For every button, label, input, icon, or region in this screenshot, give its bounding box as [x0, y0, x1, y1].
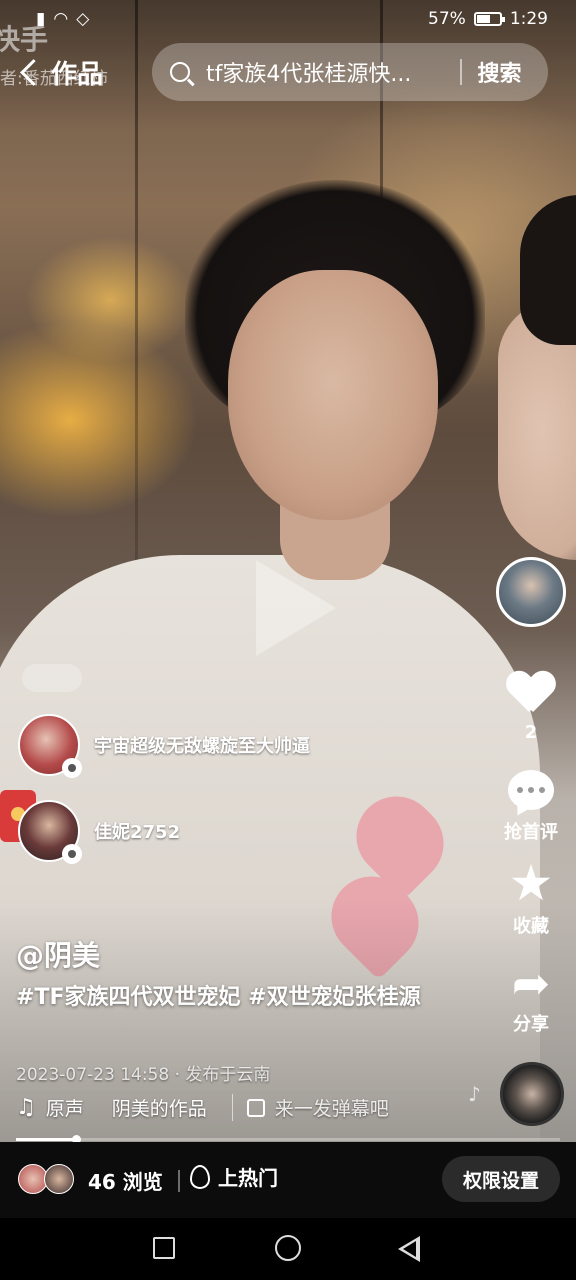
like-button[interactable]: 2 — [496, 672, 566, 743]
view-count[interactable]: 46 浏览 — [88, 1166, 163, 1195]
viewer-name: 佳妮2752 — [94, 822, 181, 843]
clock: 1:29 — [509, 9, 548, 29]
search-icon — [170, 62, 190, 82]
share-label: 分享 — [513, 1014, 549, 1035]
favorite-label: 收藏 — [513, 916, 549, 937]
wifi-icon: ◠ — [53, 9, 69, 29]
video-screen: ▮ ◠ ◇ 57% 1:29 快手 者:番茄西红柿 作品 tf家族4代张桂源快.… — [0, 0, 576, 1280]
search-input[interactable]: tf家族4代张桂源快... — [206, 56, 446, 88]
status-bar: ▮ ◠ ◇ 57% 1:29 — [0, 0, 576, 38]
avatar — [44, 1164, 74, 1194]
progress-bar[interactable] — [16, 1135, 560, 1144]
music-note-icon: ♫ — [16, 1095, 36, 1120]
music-bar[interactable]: ♫ 原声 阴美的作品 来一发弹幕吧 — [16, 1094, 389, 1121]
status-right: 57% 1:29 — [428, 9, 548, 29]
progress-fill — [16, 1138, 76, 1141]
comment-icon — [508, 770, 554, 810]
flame-icon — [190, 1164, 210, 1189]
comment-label: 抢首评 — [504, 822, 558, 843]
danmu-input[interactable]: 来一发弹幕吧 — [231, 1094, 389, 1121]
author-avatar[interactable] — [496, 557, 566, 627]
back-label: 作品 — [51, 59, 104, 90]
share-icon: ➦ — [511, 956, 551, 1010]
permission-settings-button[interactable]: 权限设置 — [442, 1156, 560, 1202]
battery-fill — [476, 15, 490, 23]
music-title: 阴美的作品 — [111, 1098, 207, 1120]
second-person-hair — [520, 195, 576, 345]
viewer-heart-pill — [22, 664, 82, 692]
battery-percent: 57% — [428, 9, 466, 29]
viewer-avatars[interactable] — [18, 1164, 78, 1196]
back-button[interactable]: 作品 — [18, 52, 103, 92]
floating-note-icon: ♪ — [468, 1082, 481, 1106]
viewer-name: 宇宙超级无敌螺旋至大帅逼 — [94, 736, 310, 757]
eye-icon — [62, 844, 82, 864]
viewer-item[interactable]: 佳妮2752 — [18, 800, 181, 864]
battery-icon — [473, 12, 505, 26]
play-icon[interactable] — [256, 560, 336, 656]
share-button[interactable]: ➦ 分享 — [496, 960, 566, 1036]
viewer-item[interactable]: 宇宙超级无敌螺旋至大帅逼 — [18, 714, 310, 778]
music-disc[interactable] — [500, 1062, 564, 1126]
search-divider — [460, 59, 462, 85]
boost-label: 上热门 — [218, 1166, 278, 1190]
post-meta: 2023-07-23 14:58 · 发布于云南 — [16, 1065, 271, 1085]
recent-apps-icon[interactable] — [153, 1237, 175, 1259]
comment-button[interactable]: 抢首评 — [496, 770, 566, 844]
danmu-placeholder: 来一发弹幕吧 — [274, 1098, 389, 1120]
search-button[interactable]: 搜索 — [478, 56, 522, 88]
chevron-left-icon — [20, 58, 47, 86]
person-face — [228, 270, 438, 520]
divider — [178, 1170, 180, 1192]
eye-icon — [62, 758, 82, 778]
bottom-bar: 46 浏览 上热门 权限设置 — [0, 1142, 576, 1218]
system-nav-bar — [0, 1218, 576, 1280]
favorite-button[interactable]: ★ 收藏 — [496, 858, 566, 938]
home-icon[interactable] — [275, 1235, 301, 1261]
hashtags[interactable]: #TF家族四代双世宠妃 #双世宠妃张桂源 — [16, 980, 426, 1016]
star-icon: ★ — [508, 854, 554, 912]
heart-icon — [507, 672, 555, 716]
danmu-icon — [246, 1098, 265, 1117]
avatar — [18, 714, 82, 778]
music-origin: 原声 — [45, 1098, 84, 1120]
back-triangle-icon[interactable] — [398, 1236, 420, 1262]
boost-button[interactable]: 上热门 — [190, 1162, 278, 1191]
like-count: 2 — [524, 722, 538, 743]
author-name[interactable]: @阴美 — [16, 934, 100, 974]
search-bar[interactable]: tf家族4代张桂源快... 搜索 — [152, 43, 548, 101]
avatar — [18, 800, 82, 864]
data-icon: ◇ — [76, 9, 90, 29]
